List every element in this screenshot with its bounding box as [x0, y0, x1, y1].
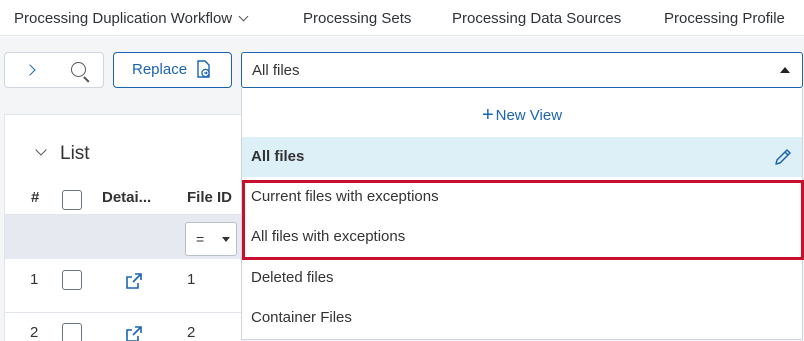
column-header-file-id[interactable]: File ID	[187, 189, 232, 206]
select-all-checkbox[interactable]	[62, 190, 82, 210]
replace-button[interactable]: Replace	[113, 52, 232, 88]
new-view-button[interactable]: + New View	[242, 88, 802, 136]
view-select-value: All files	[252, 62, 300, 79]
view-option-current-files-with-exceptions[interactable]: Current files with exceptions	[242, 177, 802, 217]
tab-label: Processing Profile	[664, 10, 785, 27]
expand-panel-icon[interactable]	[24, 64, 36, 76]
file-id-filter-operator[interactable]: =	[185, 222, 237, 256]
row-number: 2	[30, 324, 39, 341]
replace-label: Replace	[132, 61, 188, 78]
column-header-number: #	[31, 189, 40, 206]
row-checkbox[interactable]	[62, 270, 82, 290]
view-option-label: All files	[251, 148, 305, 165]
view-option-container-files[interactable]: Container Files	[242, 298, 802, 338]
search-icon[interactable]	[71, 62, 86, 77]
tab-label: Processing Sets	[303, 10, 412, 27]
list-title: List	[60, 143, 90, 164]
view-option-label: All files with exceptions	[251, 228, 406, 245]
caret-down-icon	[222, 237, 230, 242]
document-replace-icon	[197, 60, 210, 78]
tab-processing-data-sources[interactable]: Processing Data Sources	[452, 10, 621, 27]
tab-processing-profile[interactable]: Processing Profile	[664, 10, 785, 27]
column-header-details[interactable]: Detai...	[102, 189, 151, 206]
open-external-icon[interactable]	[126, 326, 142, 341]
new-view-label: New View	[495, 107, 563, 124]
view-select[interactable]: All files	[241, 52, 803, 88]
tab-label: Processing Duplication Workflow	[14, 10, 233, 27]
chevron-down-icon	[238, 11, 249, 22]
view-option-label: Current files with exceptions	[251, 188, 439, 205]
divider	[5, 312, 242, 313]
view-option-deleted-files[interactable]: Deleted files	[242, 258, 802, 298]
caret-up-icon	[780, 67, 790, 73]
view-option-all-files[interactable]: All files	[242, 137, 802, 177]
row-checkbox[interactable]	[62, 323, 82, 341]
toolbar-button-group	[4, 52, 104, 88]
filter-operator-value: =	[196, 231, 205, 247]
plus-icon: +	[481, 104, 494, 126]
row-number: 1	[30, 271, 39, 288]
tab-label: Processing Data Sources	[452, 10, 622, 27]
tab-processing-duplication-workflow[interactable]: Processing Duplication Workflow	[14, 10, 249, 27]
row-file-id: 1	[187, 271, 196, 288]
top-nav: Processing Duplication Workflow Processi…	[0, 0, 804, 36]
tab-processing-sets[interactable]: Processing Sets	[303, 10, 411, 27]
open-external-icon[interactable]	[126, 273, 142, 289]
view-dropdown-menu: + New View All files Current files with e…	[241, 88, 803, 340]
view-option-label: Container Files	[251, 309, 352, 326]
view-option-all-files-with-exceptions[interactable]: All files with exceptions	[242, 217, 802, 257]
view-option-label: Deleted files	[251, 269, 334, 286]
row-file-id: 2	[187, 324, 196, 341]
edit-pencil-icon[interactable]	[774, 148, 792, 166]
